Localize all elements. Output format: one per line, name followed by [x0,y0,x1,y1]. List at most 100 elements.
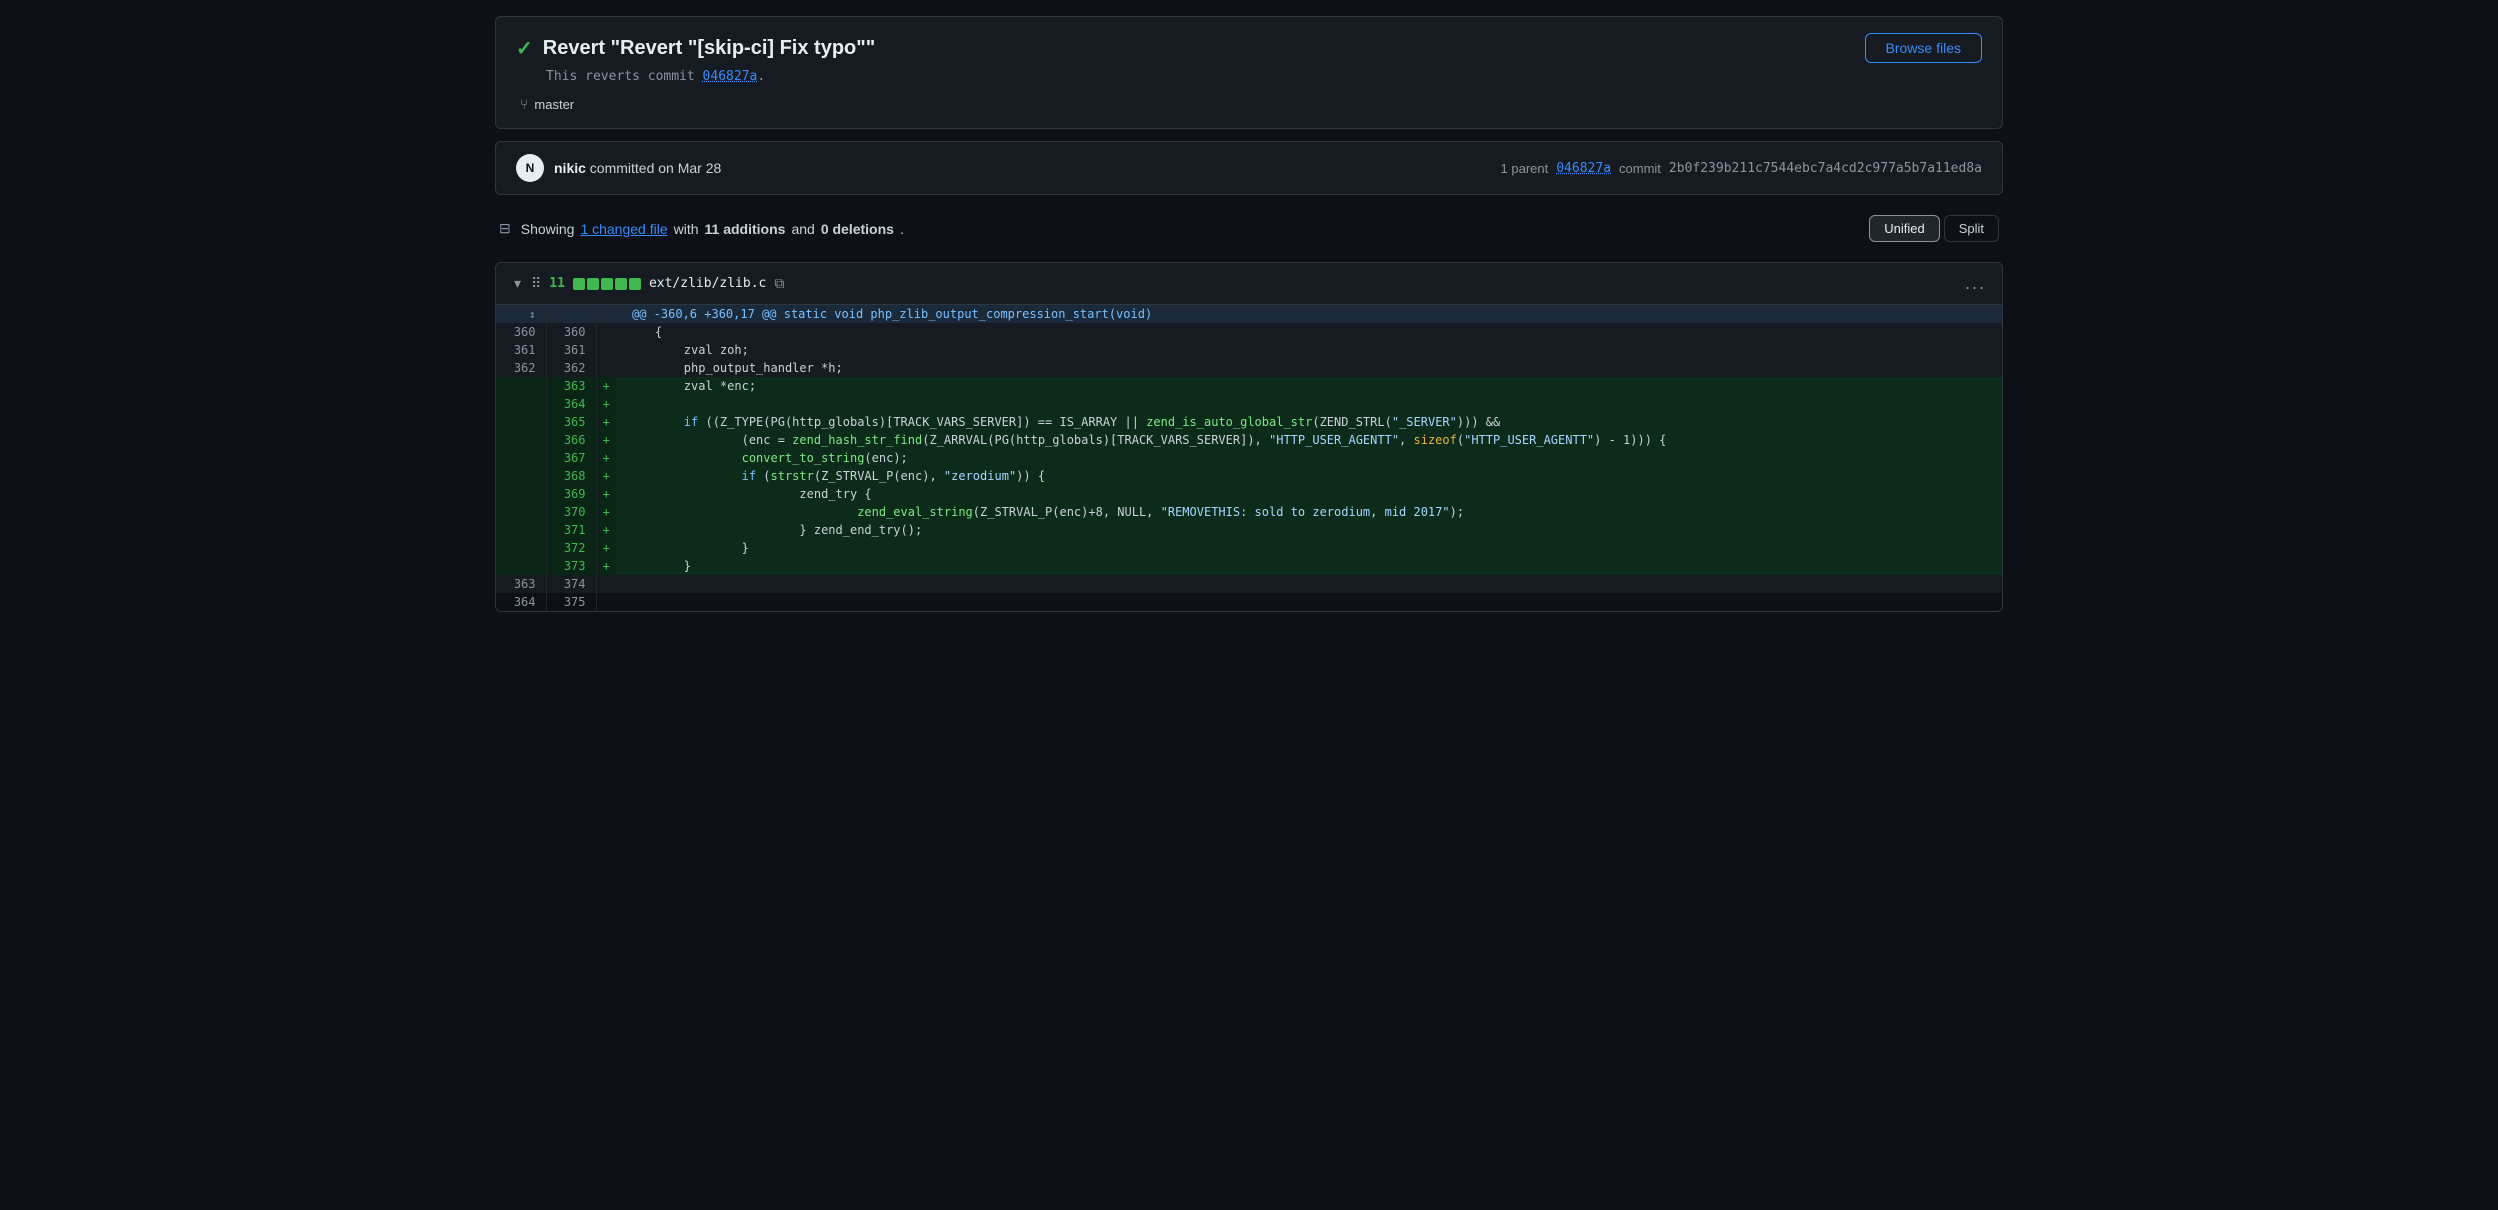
with-label: with [674,221,699,237]
diff-view-toggle: Unified Split [1869,215,1999,242]
diff-stats-bar: ⊟ Showing 1 changed file with 11 additio… [495,207,2003,250]
addition-block-2 [587,278,599,290]
diff-file-header: ▾ ⠿ 11 ext/zlib/zlib.c ⧉ ... [496,263,2002,305]
new-line-num: 367 [546,449,596,467]
line-content: zend_eval_string(Z_STRVAL_P(enc)+8, NULL… [616,503,2002,521]
changed-file-link[interactable]: 1 changed file [580,221,667,237]
table-row: 370 + zend_eval_string(Z_STRVAL_P(enc)+8… [496,503,2002,521]
browse-files-button[interactable]: Browse files [1865,33,1982,63]
hunk-expand-icon[interactable]: ↕ [529,308,536,321]
table-row: 364 + [496,395,2002,413]
old-line-num [496,557,546,575]
table-row: 371 + } zend_end_try(); [496,521,2002,539]
line-content [616,593,2002,611]
old-line-num: 363 [496,575,546,593]
line-content: (enc = zend_hash_str_find(Z_ARRVAL(PG(ht… [616,431,2002,449]
new-line-num: 375 [546,593,596,611]
table-row: 373 + } [496,557,2002,575]
line-content: convert_to_string(enc); [616,449,2002,467]
more-options-button[interactable]: ... [1965,273,1986,294]
branch-row: ⑂ master [520,96,1982,112]
author-row: N nikic committed on Mar 28 1 parent 046… [495,141,2003,195]
branch-icon: ⑂ [520,96,528,112]
old-line-num [496,485,546,503]
table-row: 363 374 [496,575,2002,593]
new-line-num: 372 [546,539,596,557]
line-type: + [596,413,616,431]
commit-title: Revert "Revert "[skip-ci] Fix typo"" [543,37,875,60]
line-type: + [596,449,616,467]
old-line-num: 360 [496,323,546,341]
table-row: 363 + zval *enc; [496,377,2002,395]
additions-num: 11 [549,276,565,291]
diff-table: ↕ @@ -360,6 +360,17 @@ static void php_z… [496,305,2002,611]
line-content: zval zoh; [616,341,2002,359]
line-type: + [596,557,616,575]
hunk-num-cell [546,305,596,323]
line-type: + [596,485,616,503]
new-line-num: 366 [546,431,596,449]
copy-icon[interactable]: ⧉ [774,275,784,292]
line-content: } [616,557,2002,575]
new-line-num: 374 [546,575,596,593]
line-type [596,593,616,611]
collapse-button[interactable]: ▾ [512,273,523,294]
committed-on: committed on Mar 28 [590,160,722,176]
addition-block-4 [615,278,627,290]
line-type: + [596,539,616,557]
table-row: 369 + zend_try { [496,485,2002,503]
table-row: 368 + if (strstr(Z_STRVAL_P(enc), "zerod… [496,467,2002,485]
old-line-num [496,413,546,431]
hunk-header-row: ↕ @@ -360,6 +360,17 @@ static void php_z… [496,305,2002,323]
branch-name: master [534,97,574,112]
table-row: 364 375 [496,593,2002,611]
line-content [616,395,2002,413]
split-view-button[interactable]: Split [1944,215,1999,242]
new-line-num: 373 [546,557,596,575]
line-type [596,323,616,341]
diff-block: ▾ ⠿ 11 ext/zlib/zlib.c ⧉ ... [495,262,2003,612]
hunk-type-cell [596,305,616,323]
addition-block-3 [601,278,613,290]
old-line-num [496,449,546,467]
table-row: 367 + convert_to_string(enc); [496,449,2002,467]
reverted-hash-link[interactable]: 046827a [703,69,758,84]
line-content: } [616,539,2002,557]
avatar: N [516,154,544,182]
new-line-num: 371 [546,521,596,539]
line-type: + [596,395,616,413]
diff-stats-left: ⊟ Showing 1 changed file with 11 additio… [499,220,904,237]
full-hash: 2b0f239b211c7544ebc7a4cd2c977a5b7a11ed8a [1669,161,1982,176]
line-content: } zend_end_try(); [616,521,2002,539]
table-row: 366 + (enc = zend_hash_str_find(Z_ARRVAL… [496,431,2002,449]
line-type: + [596,503,616,521]
table-row: 365 + if ((Z_TYPE(PG(http_globals)[TRACK… [496,413,2002,431]
line-content: if ((Z_TYPE(PG(http_globals)[TRACK_VARS_… [616,413,2002,431]
old-line-num: 361 [496,341,546,359]
check-icon: ✓ [516,36,533,61]
old-line-num [496,395,546,413]
author-info: nikic committed on Mar 28 [554,160,721,176]
line-type: + [596,431,616,449]
old-line-num [496,539,546,557]
line-type: + [596,377,616,395]
author-name: nikic [554,160,586,176]
line-type [596,359,616,377]
and-label: and [791,221,814,237]
commit-label: commit [1619,161,1661,176]
line-content [616,575,2002,593]
unified-view-button[interactable]: Unified [1869,215,1939,242]
addition-block-1 [573,278,585,290]
parent-hash-link[interactable]: 046827a [1556,161,1611,176]
table-row: 372 + } [496,539,2002,557]
line-content: php_output_handler *h; [616,359,2002,377]
new-line-num: 369 [546,485,596,503]
hunk-expand-cell: ↕ [496,305,546,323]
line-content: zval *enc; [616,377,2002,395]
old-line-num [496,503,546,521]
line-content: if (strstr(Z_STRVAL_P(enc), "zerodium"))… [616,467,2002,485]
line-content: { [616,323,2002,341]
drag-icon: ⠿ [531,275,541,292]
showing-label: Showing [521,221,575,237]
old-line-num: 362 [496,359,546,377]
